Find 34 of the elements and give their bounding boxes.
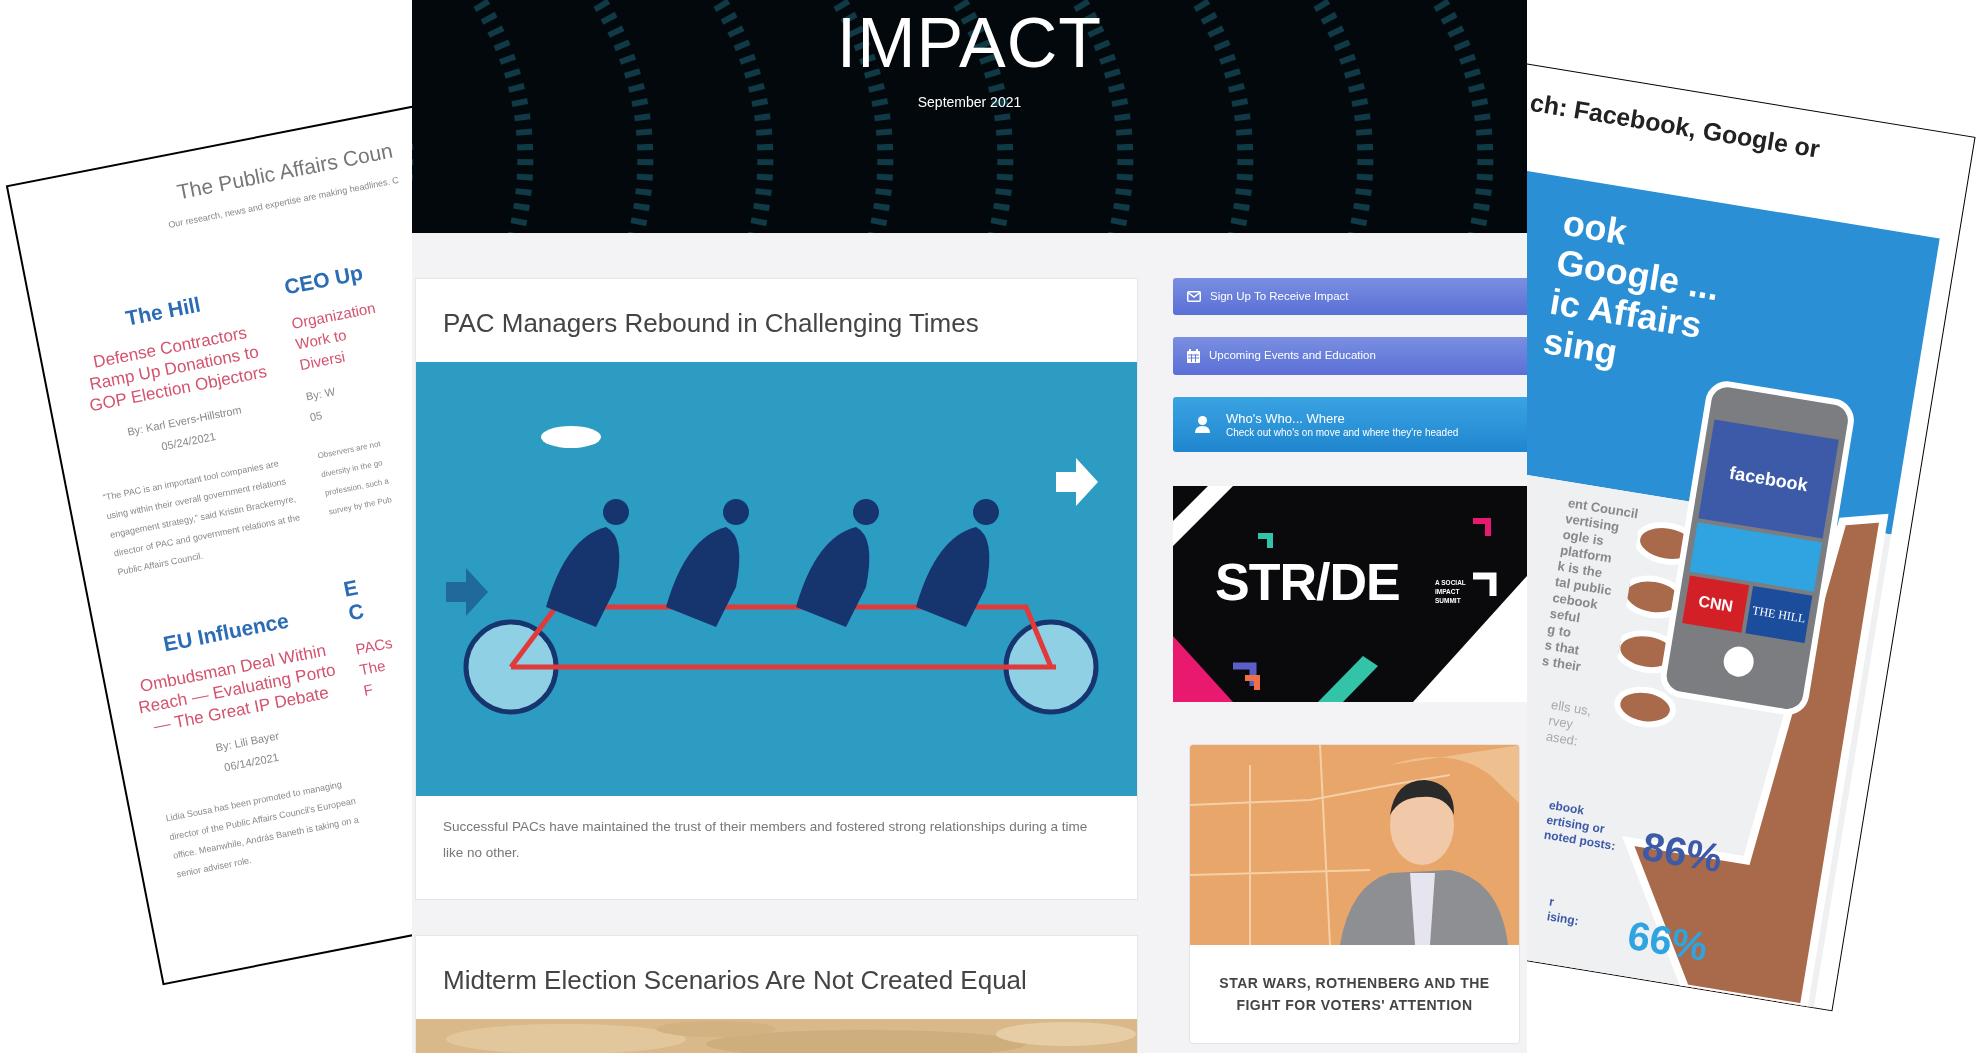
section-heading: E C [341, 575, 366, 626]
sidebar-button[interactable]: Who's Who... Where Check out who's on move and where they're headed [1173, 397, 1527, 452]
person-icon [1195, 416, 1210, 433]
button-label: Who's Who... Where [1226, 410, 1346, 426]
section-heading: The Hill [123, 292, 203, 330]
headline-link[interactable]: PACs The F [353, 631, 403, 701]
document-title: ch: Facebook, Google or [1527, 86, 1823, 165]
logo-tile: facebook [1698, 419, 1839, 539]
infographic-heading: ook Google ... ic Affairs sing [1540, 202, 1724, 375]
stat-value: 66% [1623, 911, 1712, 971]
stat-label: ebook ertising or noted posts: [1542, 797, 1618, 854]
logo-tile: CNN [1682, 575, 1750, 633]
feature-card[interactable]: STAR WARS, ROTHENBERG AND THE FIGHT FOR VOTERS' ATTENTION [1189, 744, 1520, 1044]
feature-title: STAR WARS, ROTHENBERG AND THE FIGHT FOR VOTERS' ATTENTION [1218, 974, 1491, 1015]
infographic-text: ent Council vertising ogle is platform k is the tal public cebook seful g to s that s their [1540, 495, 1640, 677]
date: 05/24/2021 [160, 429, 217, 454]
date: 05 [308, 407, 324, 425]
issue-date: September 2021 [917, 93, 1022, 112]
stat-value: 86% [1638, 822, 1727, 883]
banner-wordmark: STR/DE [1215, 552, 1400, 612]
logo-tile: THE HILL [1745, 585, 1813, 643]
infographic-text: ells us, rvey ased: [1544, 697, 1593, 751]
article-title[interactable]: PAC Managers Rebound in Challenging Times [416, 279, 1137, 362]
sidebar-button[interactable]: Sign Up To Receive Impact [1173, 278, 1527, 315]
byline: By: W [304, 384, 337, 405]
envelope-icon [1187, 291, 1201, 302]
button-sublabel: Check out who's on move and where they're headed [1226, 425, 1459, 439]
summary-text: Lidia Sousa has been promoted to managing director of the Public Affairs Council's European office. Meanwhile, András Baneth is taking on a senior adviser role. [164, 778, 361, 882]
sidebar-button[interactable]: Upcoming Events and Education [1173, 337, 1527, 375]
calendar-icon [1187, 349, 1200, 363]
article-summary: Successful PACs have maintained the trust of their members and fostered strong relationships during a time like no other. [442, 818, 1089, 862]
page-title: IMPACT [836, 3, 1103, 84]
stat-label: r ising: [1545, 894, 1581, 930]
article-title[interactable]: Midterm Election Scenarios Are Not Created Equal [416, 936, 1137, 1019]
